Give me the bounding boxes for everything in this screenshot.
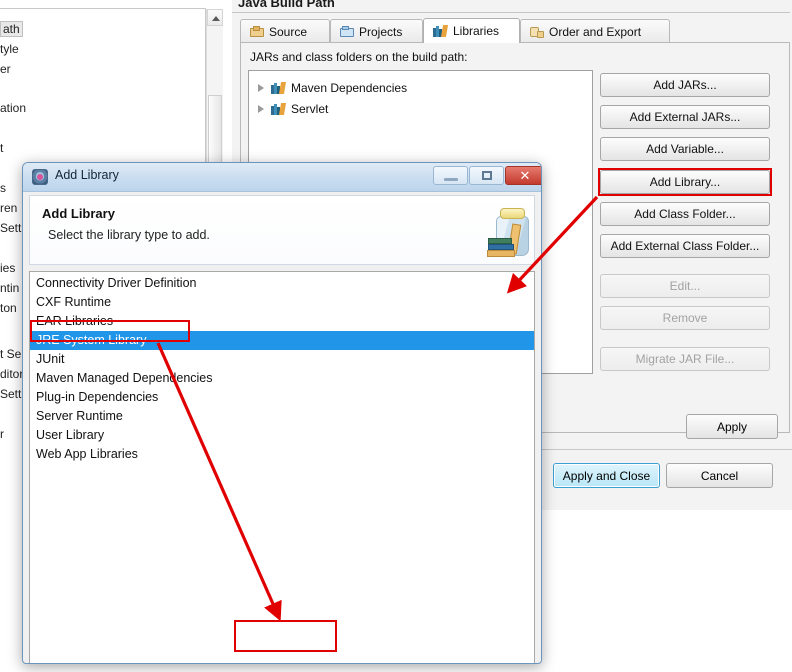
maximize-button[interactable] xyxy=(469,166,504,185)
add-jars-button[interactable]: Add JARs... xyxy=(600,73,770,97)
pref-item-1[interactable]: tyle xyxy=(0,42,19,56)
tab-label-projects: Projects xyxy=(359,24,403,39)
remove-button: Remove xyxy=(600,306,770,330)
dialog-header-title: Add Library xyxy=(42,206,115,221)
pref-item-5[interactable]: s xyxy=(0,181,6,195)
page-title: Java Build Path xyxy=(238,0,335,10)
pref-item-9[interactable]: ntin xyxy=(0,281,19,295)
pref-item-10[interactable]: ton xyxy=(0,301,17,315)
dialog-title: Add Library xyxy=(55,168,119,182)
list-item-cxf-runtime[interactable]: CXF Runtime xyxy=(30,293,534,312)
pref-item-12[interactable]: ditor xyxy=(0,367,23,381)
apply-and-close-button[interactable]: Apply and Close xyxy=(553,463,660,488)
close-button[interactable]: ✕ xyxy=(505,166,541,185)
tree-row-maven-dependencies[interactable]: Maven Dependencies xyxy=(257,79,407,97)
add-external-class-folder-button[interactable]: Add External Class Folder... xyxy=(600,234,770,258)
list-item-maven-managed-dependencies[interactable]: Maven Managed Dependencies xyxy=(30,369,534,388)
order-export-icon xyxy=(530,26,544,38)
library-icon xyxy=(271,81,287,95)
add-library-dialog: Add Library ✕ Add Library Select the lib… xyxy=(22,162,542,664)
cancel-button[interactable]: Cancel xyxy=(666,463,773,488)
add-library-button[interactable]: Add Library... xyxy=(600,170,770,194)
tab-order-and-export[interactable]: Order and Export xyxy=(520,19,670,43)
tab-label-libraries: Libraries xyxy=(453,24,500,38)
dialog-header-subtitle: Select the library type to add. xyxy=(48,228,210,242)
pref-item-8[interactable]: ies xyxy=(0,261,15,275)
dialog-title-bar[interactable]: Add Library ✕ xyxy=(23,163,541,192)
jar-with-books-icon xyxy=(482,204,534,260)
migrate-jar-file-button: Migrate JAR File... xyxy=(600,347,770,371)
pref-item-14[interactable]: r xyxy=(0,427,4,441)
pref-item-4[interactable]: t xyxy=(0,141,3,155)
tab-label-order-and-export: Order and Export xyxy=(549,24,642,39)
close-icon: ✕ xyxy=(519,168,531,183)
scroll-up-arrow-icon[interactable] xyxy=(207,9,223,26)
pref-item-6[interactable]: ren xyxy=(0,201,17,215)
list-item-connectivity-driver-definition[interactable]: Connectivity Driver Definition xyxy=(30,274,534,293)
list-item-jre-system-library[interactable]: JRE System Library xyxy=(30,331,534,350)
library-type-list[interactable]: Connectivity Driver Definition CXF Runti… xyxy=(29,271,535,663)
source-folder-icon xyxy=(250,25,264,38)
list-item-web-app-libraries[interactable]: Web App Libraries xyxy=(30,445,534,464)
list-item-plug-in-dependencies[interactable]: Plug-in Dependencies xyxy=(30,388,534,407)
projects-folder-icon xyxy=(340,25,354,38)
tab-label-source: Source xyxy=(269,24,308,39)
edit-button: Edit... xyxy=(600,274,770,298)
apply-button[interactable]: Apply xyxy=(686,414,778,439)
pref-item-2[interactable]: er xyxy=(0,62,11,76)
minimize-button[interactable] xyxy=(433,166,468,185)
tab-libraries[interactable]: Libraries xyxy=(423,18,520,43)
pref-item-7[interactable]: Sett xyxy=(0,221,21,235)
list-item-junit[interactable]: JUnit xyxy=(30,350,534,369)
tab-projects[interactable]: Projects xyxy=(330,19,423,43)
chevron-right-icon[interactable] xyxy=(257,104,266,114)
title-separator xyxy=(232,12,790,13)
dialog-header: Add Library Select the library type to a… xyxy=(29,195,535,265)
tab-bar[interactable]: Source Projects Libraries Order and Expo… xyxy=(240,18,790,43)
jars-and-class-folders-label: JARs and class folders on the build path… xyxy=(250,50,468,64)
eclipse-app-icon xyxy=(32,169,48,185)
pref-item-11[interactable]: t Se xyxy=(0,347,21,361)
pref-item-3[interactable]: ation xyxy=(0,101,26,115)
library-icon xyxy=(433,24,449,38)
add-external-jars-button[interactable]: Add External JARs... xyxy=(600,105,770,129)
list-item-ear-libraries[interactable]: EAR Libraries xyxy=(30,312,534,331)
tree-row-servlet[interactable]: Servlet xyxy=(257,100,328,118)
chevron-right-icon[interactable] xyxy=(257,83,266,93)
pref-item-13[interactable]: Sett xyxy=(0,387,21,401)
add-class-folder-button[interactable]: Add Class Folder... xyxy=(600,202,770,226)
tree-row-label: Servlet xyxy=(291,102,329,116)
list-item-user-library[interactable]: User Library xyxy=(30,426,534,445)
tab-source[interactable]: Source xyxy=(240,19,330,43)
add-variable-button[interactable]: Add Variable... xyxy=(600,137,770,161)
tree-row-label: Maven Dependencies xyxy=(291,81,408,95)
pref-item-0[interactable]: ath xyxy=(0,21,23,37)
list-item-server-runtime[interactable]: Server Runtime xyxy=(30,407,534,426)
library-icon xyxy=(271,102,287,116)
